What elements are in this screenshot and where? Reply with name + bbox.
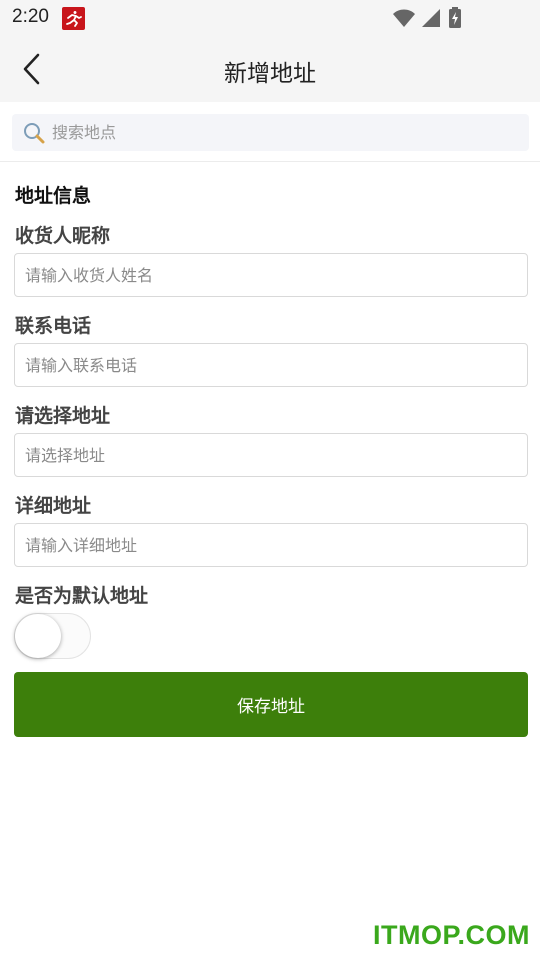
- phone-input[interactable]: [14, 343, 528, 387]
- search-area: [0, 102, 540, 162]
- region-label: 请选择地址: [15, 405, 111, 427]
- region-select[interactable]: [14, 433, 528, 477]
- detail-address-label: 详细地址: [15, 495, 92, 517]
- receiver-name-label: 收货人昵称: [15, 225, 111, 247]
- watermark: ITMOP.COM: [372, 920, 530, 950]
- battery-icon: [449, 7, 461, 28]
- header: 新增地址: [0, 36, 540, 102]
- detail-address-input[interactable]: [14, 523, 528, 567]
- status-bar: 2:20: [0, 0, 540, 36]
- wifi-icon: [393, 9, 415, 27]
- search-icon: [24, 123, 45, 144]
- address-form: 地址信息 收货人昵称 联系电话 请选择地址 详细地址 是否为默认地址 保存地址: [0, 164, 540, 754]
- search-input[interactable]: [52, 114, 512, 151]
- signal-icon: [422, 9, 440, 27]
- default-address-toggle[interactable]: [14, 613, 91, 659]
- toggle-knob: [15, 614, 61, 658]
- save-address-button[interactable]: 保存地址: [14, 672, 528, 737]
- status-time: 2:20: [12, 6, 49, 27]
- app-notification-icon: [62, 7, 85, 30]
- phone-label: 联系电话: [15, 315, 92, 337]
- section-title: 地址信息: [15, 185, 92, 207]
- page-title: 新增地址: [224, 61, 316, 87]
- default-address-label: 是否为默认地址: [15, 585, 149, 607]
- receiver-name-input[interactable]: [14, 253, 528, 297]
- search-box[interactable]: [12, 114, 529, 151]
